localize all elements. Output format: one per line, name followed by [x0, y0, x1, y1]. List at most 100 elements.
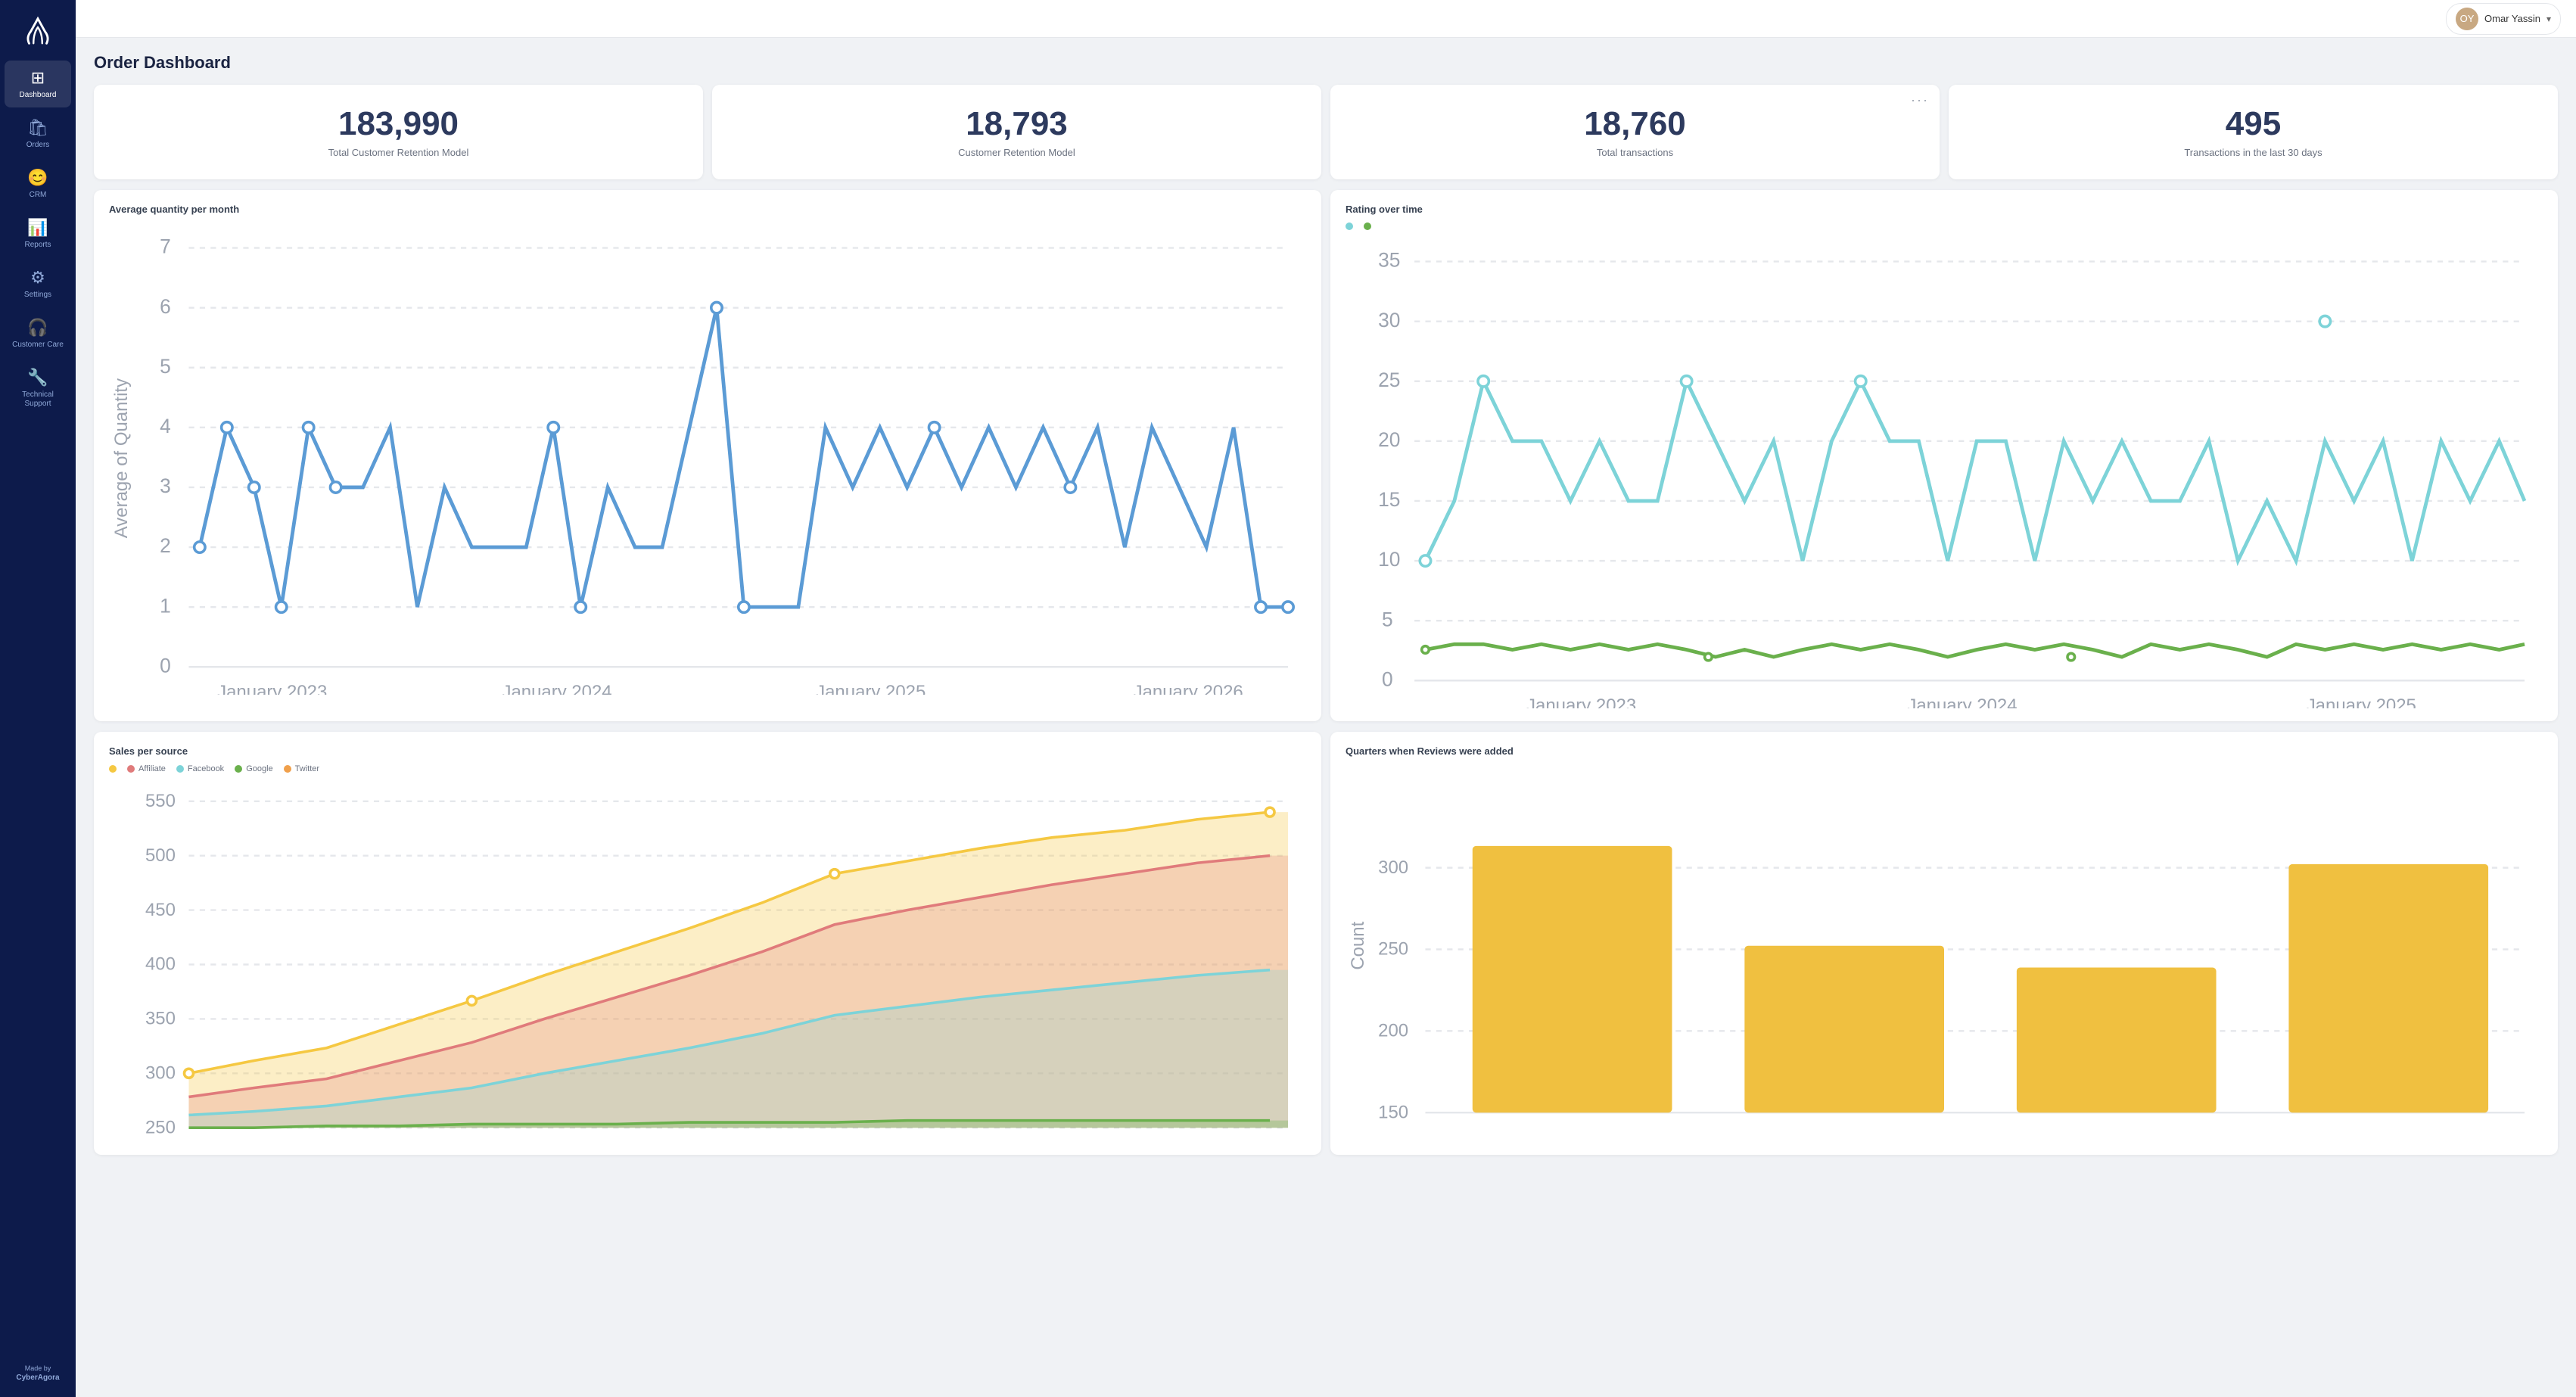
legend-label-facebook: Facebook	[188, 764, 224, 773]
quarters-chart-title: Quarters when Reviews were added	[1346, 745, 2543, 757]
crm-icon: 😊	[27, 168, 48, 188]
svg-text:150: 150	[1378, 1102, 1408, 1122]
svg-text:400: 400	[145, 954, 176, 974]
legend-item-teal	[1346, 222, 1353, 230]
sales-per-source-card: Sales per source Affiliate Facebook	[94, 732, 1321, 1155]
sidebar-item-label: Orders	[26, 141, 50, 150]
svg-text:January 2026: January 2026	[1134, 682, 1243, 694]
sales-chart-legend: Affiliate Facebook Google Twitter	[109, 764, 1306, 773]
chevron-down-icon: ▾	[2546, 14, 2551, 24]
sidebar-footer: Made by CyberAgora	[16, 1357, 59, 1389]
rating-chart-legend	[1346, 222, 2543, 230]
sidebar-item-technical-support[interactable]: 🔧 Technical Support	[5, 360, 71, 416]
legend-label-affiliate: Affiliate	[138, 764, 166, 773]
svg-text:0: 0	[160, 655, 171, 677]
svg-text:7: 7	[160, 235, 171, 258]
sidebar-item-crm[interactable]: 😊 CRM	[5, 160, 71, 207]
sidebar-item-label: Dashboard	[20, 91, 57, 100]
sidebar-nav: ⊞ Dashboard 🛍 Orders 😊 CRM 📊 Reports ⚙ S…	[0, 61, 76, 1357]
svg-text:300: 300	[145, 1063, 176, 1083]
avg-quantity-chart: 0 1 2 3 4 5 6 7	[109, 222, 1306, 698]
content-area: Order Dashboard 183,990 Total Customer R…	[76, 38, 2576, 1397]
svg-text:6: 6	[160, 295, 171, 318]
legend-item-twitter: Twitter	[284, 764, 319, 773]
legend-dot-yellow	[109, 765, 117, 773]
svg-text:5: 5	[160, 355, 171, 378]
rating-chart: 0 5 10 15 20 25 30 35	[1346, 236, 2543, 711]
charts-row-2: Sales per source Affiliate Facebook	[94, 732, 2558, 1155]
svg-text:25: 25	[1378, 369, 1400, 391]
legend-item-affiliate: Affiliate	[127, 764, 166, 773]
svg-text:1: 1	[160, 595, 171, 618]
legend-label-google: Google	[246, 764, 272, 773]
legend-dot-green	[1364, 222, 1371, 230]
svg-text:January 2024: January 2024	[1907, 695, 2017, 708]
sidebar-item-label: CRM	[30, 191, 47, 200]
sidebar-item-orders[interactable]: 🛍 Orders	[5, 110, 71, 157]
svg-text:550: 550	[145, 791, 176, 811]
stat-number: 18,793	[966, 106, 1068, 142]
stat-card-total-crm: 183,990 Total Customer Retention Model	[94, 85, 703, 179]
svg-text:January 2025: January 2025	[816, 682, 926, 694]
sidebar-item-label: Customer Care	[12, 341, 64, 350]
stat-label: Customer Retention Model	[958, 147, 1075, 158]
sales-chart: 250 300 350 400 450 500 550	[109, 779, 1306, 1146]
svg-text:2: 2	[160, 535, 171, 558]
svg-text:4: 4	[160, 415, 171, 437]
svg-text:35: 35	[1378, 249, 1400, 272]
svg-text:300: 300	[1378, 857, 1408, 877]
svg-text:Average of Quantity: Average of Quantity	[111, 378, 132, 538]
legend-item-green	[1364, 222, 1371, 230]
orders-icon: 🛍	[27, 118, 48, 138]
sidebar: ⊞ Dashboard 🛍 Orders 😊 CRM 📊 Reports ⚙ S…	[0, 0, 76, 1397]
svg-text:5: 5	[1382, 608, 1393, 631]
topbar: OY Omar Yassin ▾	[76, 0, 2576, 38]
user-menu[interactable]: OY Omar Yassin ▾	[2446, 3, 2561, 35]
stat-number: 183,990	[338, 106, 459, 142]
brand-label: CyberAgora	[16, 1374, 59, 1382]
stat-card-crm: 18,793 Customer Retention Model	[712, 85, 1321, 179]
stat-card-last30: 495 Transactions in the last 30 days	[1949, 85, 2558, 179]
legend-dot-teal	[1346, 222, 1353, 230]
avatar: OY	[2456, 8, 2478, 30]
sidebar-item-customer-care[interactable]: 🎧 Customer Care	[5, 310, 71, 357]
sidebar-item-dashboard[interactable]: ⊞ Dashboard	[5, 61, 71, 107]
technical-support-icon: 🔧	[27, 368, 48, 387]
sidebar-item-reports[interactable]: 📊 Reports	[5, 210, 71, 257]
rating-chart-title: Rating over time	[1346, 204, 2543, 215]
sidebar-item-settings[interactable]: ⚙ Settings	[5, 260, 71, 307]
quarters-chart: 150 200 250 300 Count	[1346, 764, 2543, 1131]
svg-text:3: 3	[160, 475, 171, 498]
svg-text:20: 20	[1378, 428, 1400, 451]
legend-label-twitter: Twitter	[295, 764, 319, 773]
legend-item-google: Google	[235, 764, 272, 773]
svg-text:January 2023: January 2023	[1526, 695, 1636, 708]
legend-dot-google	[235, 765, 242, 773]
svg-text:January 2023: January 2023	[217, 682, 327, 694]
legend-dot-affiliate	[127, 765, 135, 773]
customer-care-icon: 🎧	[27, 318, 48, 338]
more-options-icon[interactable]: ···	[1911, 92, 1929, 108]
sales-chart-title: Sales per source	[109, 745, 1306, 757]
avg-quantity-chart-card: Average quantity per month 0 1 2 3 4 5 6…	[94, 190, 1321, 720]
avg-quantity-chart-title: Average quantity per month	[109, 204, 1306, 215]
svg-text:January 2024: January 2024	[502, 682, 611, 694]
settings-icon: ⚙	[30, 268, 45, 288]
dashboard-icon: ⊞	[31, 68, 45, 88]
charts-row-1: Average quantity per month 0 1 2 3 4 5 6…	[94, 190, 2558, 720]
svg-text:250: 250	[1378, 938, 1408, 959]
legend-item-facebook: Facebook	[176, 764, 224, 773]
svg-text:200: 200	[1378, 1020, 1408, 1041]
svg-text:15: 15	[1378, 489, 1400, 512]
made-by-label: Made by	[25, 1364, 51, 1372]
sidebar-item-label: Technical Support	[11, 390, 65, 409]
stats-row: 183,990 Total Customer Retention Model 1…	[94, 85, 2558, 179]
svg-text:250: 250	[145, 1117, 176, 1137]
stat-label: Transactions in the last 30 days	[2184, 147, 2322, 158]
svg-text:0: 0	[1382, 668, 1393, 691]
svg-text:Count: Count	[1348, 921, 1368, 969]
stat-label: Total transactions	[1597, 147, 1673, 158]
user-name: Omar Yassin	[2484, 13, 2540, 24]
legend-dot-twitter	[284, 765, 291, 773]
svg-text:350: 350	[145, 1008, 176, 1028]
